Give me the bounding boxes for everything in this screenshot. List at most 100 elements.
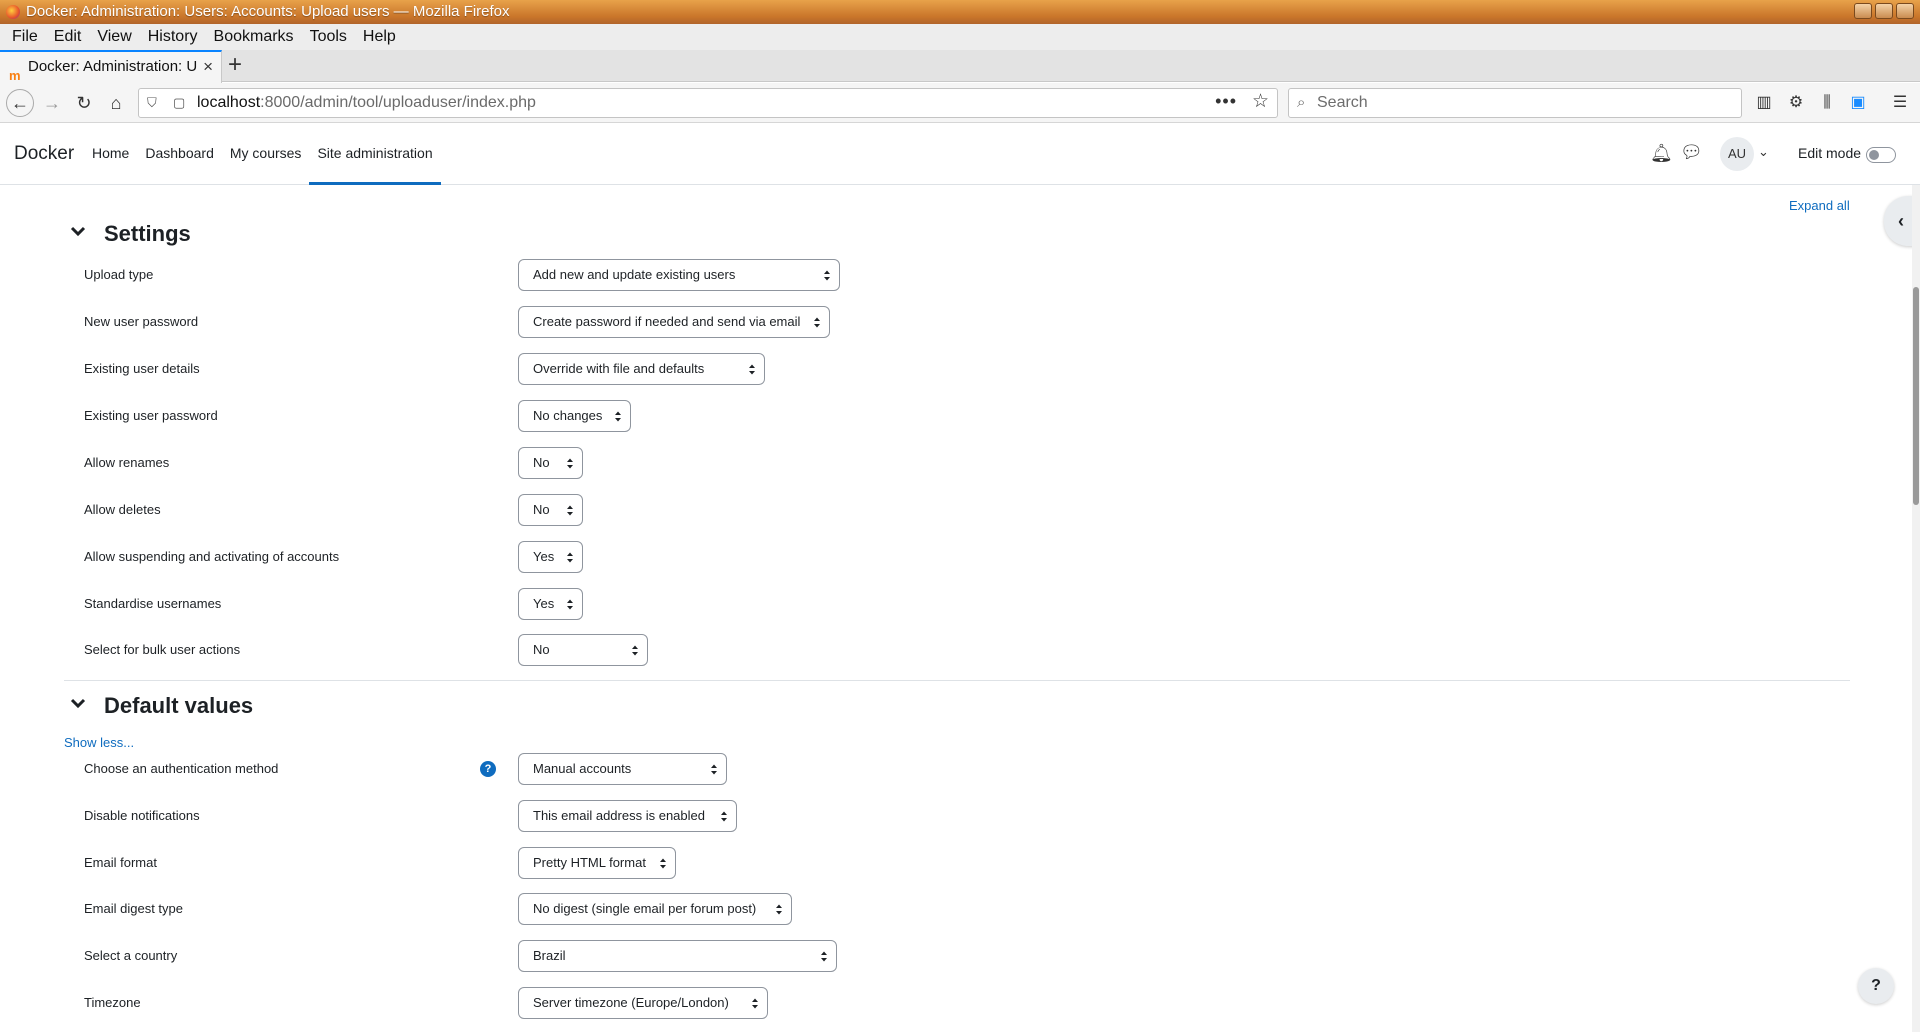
settings-row: Standardise usernames Yes: [84, 588, 1084, 620]
nav-dashboard[interactable]: Dashboard: [137, 123, 222, 185]
navigation-toolbar: ← → ↻ ⌂ ⛉ ▢ localhost:8000/admin/tool/up…: [0, 83, 1920, 123]
bookmark-star-icon[interactable]: ☆: [1252, 88, 1269, 116]
site-brand[interactable]: Docker: [14, 143, 74, 165]
field-select[interactable]: Add new and update existing users: [518, 259, 840, 291]
library-icon[interactable]: ⫼: [1815, 91, 1839, 115]
field-label: Timezone: [84, 995, 141, 1010]
browser-tab-active[interactable]: m Docker: Administration: U ×: [0, 50, 222, 83]
menu-bookmarks[interactable]: Bookmarks: [206, 28, 302, 46]
field-label: Choose an authentication method: [84, 761, 279, 776]
field-label: Standardise usernames: [84, 596, 222, 611]
edit-mode-toggle[interactable]: [1866, 147, 1896, 163]
user-menu-chevron-down-icon[interactable]: ⌄: [1758, 144, 1769, 160]
select-value: This email address is enabled: [533, 808, 705, 823]
extension-icon[interactable]: ⚙: [1784, 91, 1808, 115]
url-path: :8000/admin/tool/uploaduser/index.php: [260, 94, 536, 111]
default-values-row: Timezone Server timezone (Europe/London): [84, 987, 1084, 1019]
user-avatar[interactable]: AU: [1720, 137, 1754, 171]
new-tab-icon[interactable]: +: [228, 50, 242, 80]
field-select[interactable]: Manual accounts: [518, 753, 727, 785]
field-label: Upload type: [84, 267, 154, 282]
field-select[interactable]: Create password if needed and send via e…: [518, 306, 830, 338]
url-text[interactable]: localhost:8000/admin/tool/uploaduser/ind…: [197, 89, 536, 117]
nav-my-courses[interactable]: My courses: [222, 123, 310, 185]
page-info-icon[interactable]: ▢: [173, 89, 185, 117]
field-select[interactable]: No: [518, 447, 583, 479]
menu-edit[interactable]: Edit: [46, 28, 90, 46]
edit-mode-label: Edit mode: [1798, 145, 1862, 161]
page-scrollbar-thumb[interactable]: [1913, 287, 1919, 505]
field-select[interactable]: Server timezone (Europe/London): [518, 987, 768, 1019]
settings-row: Allow deletes No: [84, 494, 1084, 526]
close-window-button[interactable]: [1896, 3, 1914, 19]
settings-row: Allow suspending and activating of accou…: [84, 541, 1084, 573]
field-select[interactable]: Brazil: [518, 940, 837, 972]
field-select[interactable]: Pretty HTML format: [518, 847, 676, 879]
default-values-row: Email format Pretty HTML format: [84, 847, 1084, 879]
select-value: Server timezone (Europe/London): [533, 995, 729, 1010]
minimize-window-button[interactable]: [1854, 3, 1872, 19]
settings-row: Allow renames No: [84, 447, 1084, 479]
expand-all-link[interactable]: Expand all: [1789, 198, 1850, 213]
field-label: Email digest type: [84, 901, 183, 916]
menu-view[interactable]: View: [89, 28, 139, 46]
forward-arrow-icon[interactable]: →: [40, 91, 64, 115]
settings-row: New user password Create password if need…: [84, 306, 1084, 338]
menu-file[interactable]: File: [4, 28, 46, 46]
nav-home[interactable]: Home: [84, 123, 137, 185]
field-label: Select a country: [84, 948, 178, 963]
reload-icon[interactable]: ↻: [72, 91, 96, 115]
menu-help[interactable]: Help: [355, 28, 404, 46]
field-select[interactable]: No: [518, 634, 648, 666]
home-icon[interactable]: ⌂: [104, 91, 128, 115]
collapse-chevron-down-icon[interactable]: [70, 697, 88, 709]
hamburger-menu-icon[interactable]: ☰: [1888, 91, 1912, 115]
zoom-extension-icon[interactable]: ▣: [1846, 91, 1870, 115]
select-value: No digest (single email per forum post): [533, 901, 757, 916]
page-content: Docker Home Dashboard My courses Site ad…: [0, 123, 1920, 1032]
collapse-chevron-down-icon[interactable]: [70, 225, 88, 237]
moodle-navbar: Docker Home Dashboard My courses Site ad…: [0, 123, 1920, 185]
field-label: Allow renames: [84, 455, 170, 470]
select-value: Override with file and defaults: [533, 361, 705, 376]
reader-view-icon[interactable]: ▥: [1752, 91, 1776, 115]
back-arrow-icon[interactable]: ←: [6, 89, 34, 117]
menu-tools[interactable]: Tools: [302, 28, 355, 46]
default-values-row: Select a country Brazil: [84, 940, 1084, 972]
field-select[interactable]: Override with file and defaults: [518, 353, 765, 385]
nav-site-administration[interactable]: Site administration: [309, 123, 441, 185]
search-placeholder: Search: [1317, 94, 1368, 111]
select-value: Pretty HTML format: [533, 855, 646, 870]
select-value: No changes: [533, 408, 603, 423]
default-values-row: Email digest type No digest (single email…: [84, 893, 1084, 925]
tab-strip: m Docker: Administration: U × +: [0, 50, 1920, 83]
tracking-shield-icon[interactable]: ⛉: [147, 89, 157, 117]
field-select[interactable]: Yes: [518, 588, 583, 620]
messages-icon[interactable]: 💬︎: [1680, 142, 1703, 163]
close-tab-icon[interactable]: ×: [203, 52, 213, 82]
field-label: Allow suspending and activating of accou…: [84, 549, 340, 564]
search-input[interactable]: ⌕ Search: [1288, 88, 1742, 118]
maximize-window-button[interactable]: [1875, 3, 1893, 19]
field-label: Allow deletes: [84, 502, 161, 517]
select-value: Manual accounts: [533, 761, 632, 776]
url-bar[interactable]: ⛉ ▢ localhost:8000/admin/tool/uploaduser…: [138, 88, 1278, 118]
page-actions-icon[interactable]: •••: [1215, 87, 1237, 115]
notifications-bell-icon[interactable]: 🔔︎: [1650, 143, 1673, 164]
field-select[interactable]: Yes: [518, 541, 583, 573]
field-select[interactable]: No digest (single email per forum post): [518, 893, 792, 925]
field-select[interactable]: This email address is enabled: [518, 800, 737, 832]
default-values-row: Disable notifications This email address …: [84, 800, 1084, 832]
help-floating-button[interactable]: ?: [1858, 968, 1894, 1004]
field-select[interactable]: No changes: [518, 400, 631, 432]
firefox-logo-icon: [6, 5, 20, 19]
field-select[interactable]: No: [518, 494, 583, 526]
select-value: Yes: [533, 549, 555, 564]
toggle-knob: [1869, 150, 1879, 160]
select-value: Create password if needed and send via e…: [533, 314, 801, 329]
field-label: Existing user password: [84, 408, 218, 423]
menu-history[interactable]: History: [140, 28, 206, 46]
help-question-icon[interactable]: ?: [480, 761, 496, 777]
search-icon: ⌕: [1297, 94, 1306, 111]
show-less-link[interactable]: Show less...: [64, 735, 134, 750]
